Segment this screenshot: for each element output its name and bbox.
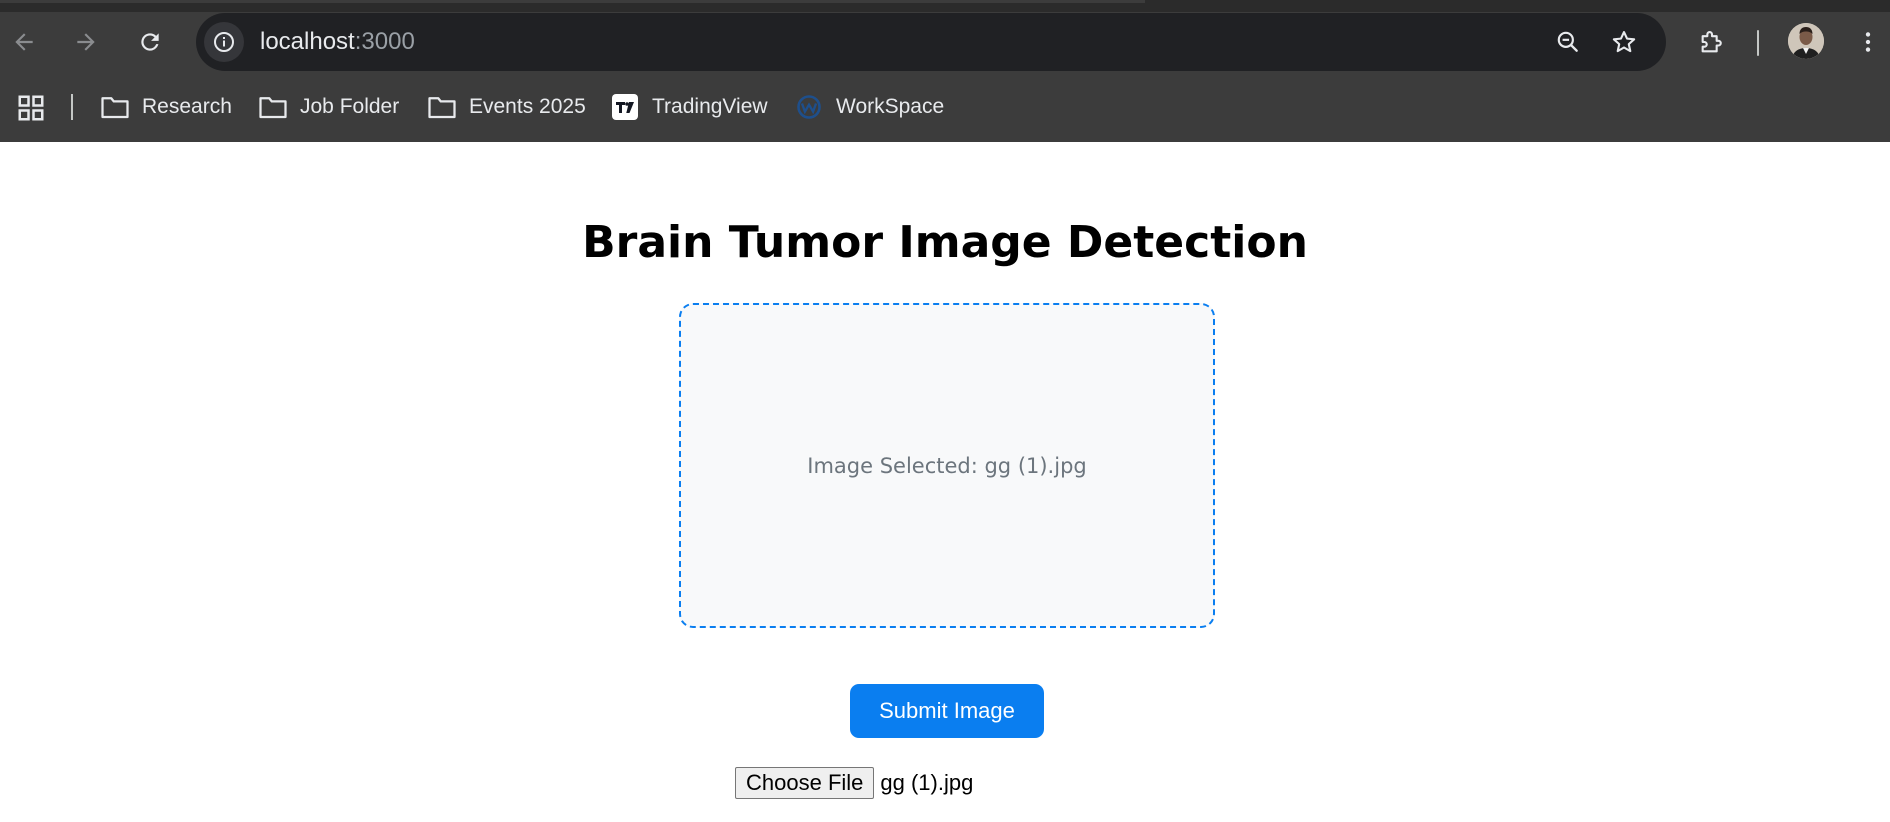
bookmark-research[interactable]: Research [100,88,232,126]
puzzle-icon [1701,31,1722,53]
bookmark-job-folder[interactable]: Job Folder [258,88,399,126]
forward-button[interactable] [66,22,106,62]
info-icon [214,32,234,52]
bookmark-star-button[interactable] [1604,22,1644,62]
url-text[interactable]: localhost:3000 [260,28,415,56]
back-button[interactable] [4,22,44,62]
kebab-menu-icon [1865,32,1871,52]
folder-icon [427,92,457,122]
profile-avatar[interactable] [1788,23,1824,59]
page-title: Brain Tumor Image Detection [582,217,1308,268]
bookmarks-bar: Research Job Folder Events 2025 TradingV… [0,84,1890,130]
bookmark-label: WorkSpace [836,95,945,118]
bookmark-label: Job Folder [300,95,400,118]
dropzone-status-text: Image Selected: gg (1).jpg [807,453,1087,478]
bookmark-events-2025[interactable]: Events 2025 [427,88,586,126]
folder-icon [258,92,288,122]
image-dropzone[interactable]: Image Selected: gg (1).jpg [679,303,1215,628]
back-arrow-icon [15,33,33,51]
workspace-logo-icon [794,92,824,122]
bookmark-tradingview[interactable]: TradingView [610,88,768,126]
selected-file-name: gg (1).jpg [880,770,974,795]
zoom-button[interactable] [1548,22,1588,62]
browser-menu-button[interactable] [1848,22,1888,62]
profile-photo-icon [1788,23,1824,59]
bookmark-label: TradingView [652,95,768,118]
forward-arrow-icon [77,33,95,51]
star-icon [1612,31,1636,53]
choose-file-button[interactable]: Choose File [735,767,875,799]
apps-button[interactable] [16,93,46,123]
toolbar-divider [1757,30,1759,56]
reload-button[interactable] [130,22,170,62]
file-input[interactable]: Choose File gg (1).jpg [735,767,973,799]
address-bar[interactable]: localhost:3000 [196,13,1666,71]
bookmark-label: Research [142,95,232,118]
reload-icon [141,33,159,51]
bookmarks-divider [71,94,73,120]
web-page: Brain Tumor Image Detection Image Select… [0,142,1890,822]
active-tab[interactable] [0,0,1145,3]
bookmark-label: Events 2025 [469,95,586,118]
browser-toolbar: localhost:3000 [0,12,1890,72]
bookmark-workspace[interactable]: WorkSpace [794,88,944,126]
apps-grid-icon [18,95,44,121]
extensions-button[interactable] [1692,22,1732,62]
submit-image-button[interactable]: Submit Image [850,684,1044,738]
site-info-button[interactable] [204,22,244,62]
url-host: localhost [260,28,355,55]
zoom-out-icon [1557,31,1578,52]
tab-strip [0,0,1890,12]
tradingview-logo-icon [610,92,640,122]
folder-icon [100,92,130,122]
browser-chrome: localhost:3000 Research Job Folder Event… [0,0,1890,142]
url-port: :3000 [354,28,415,55]
